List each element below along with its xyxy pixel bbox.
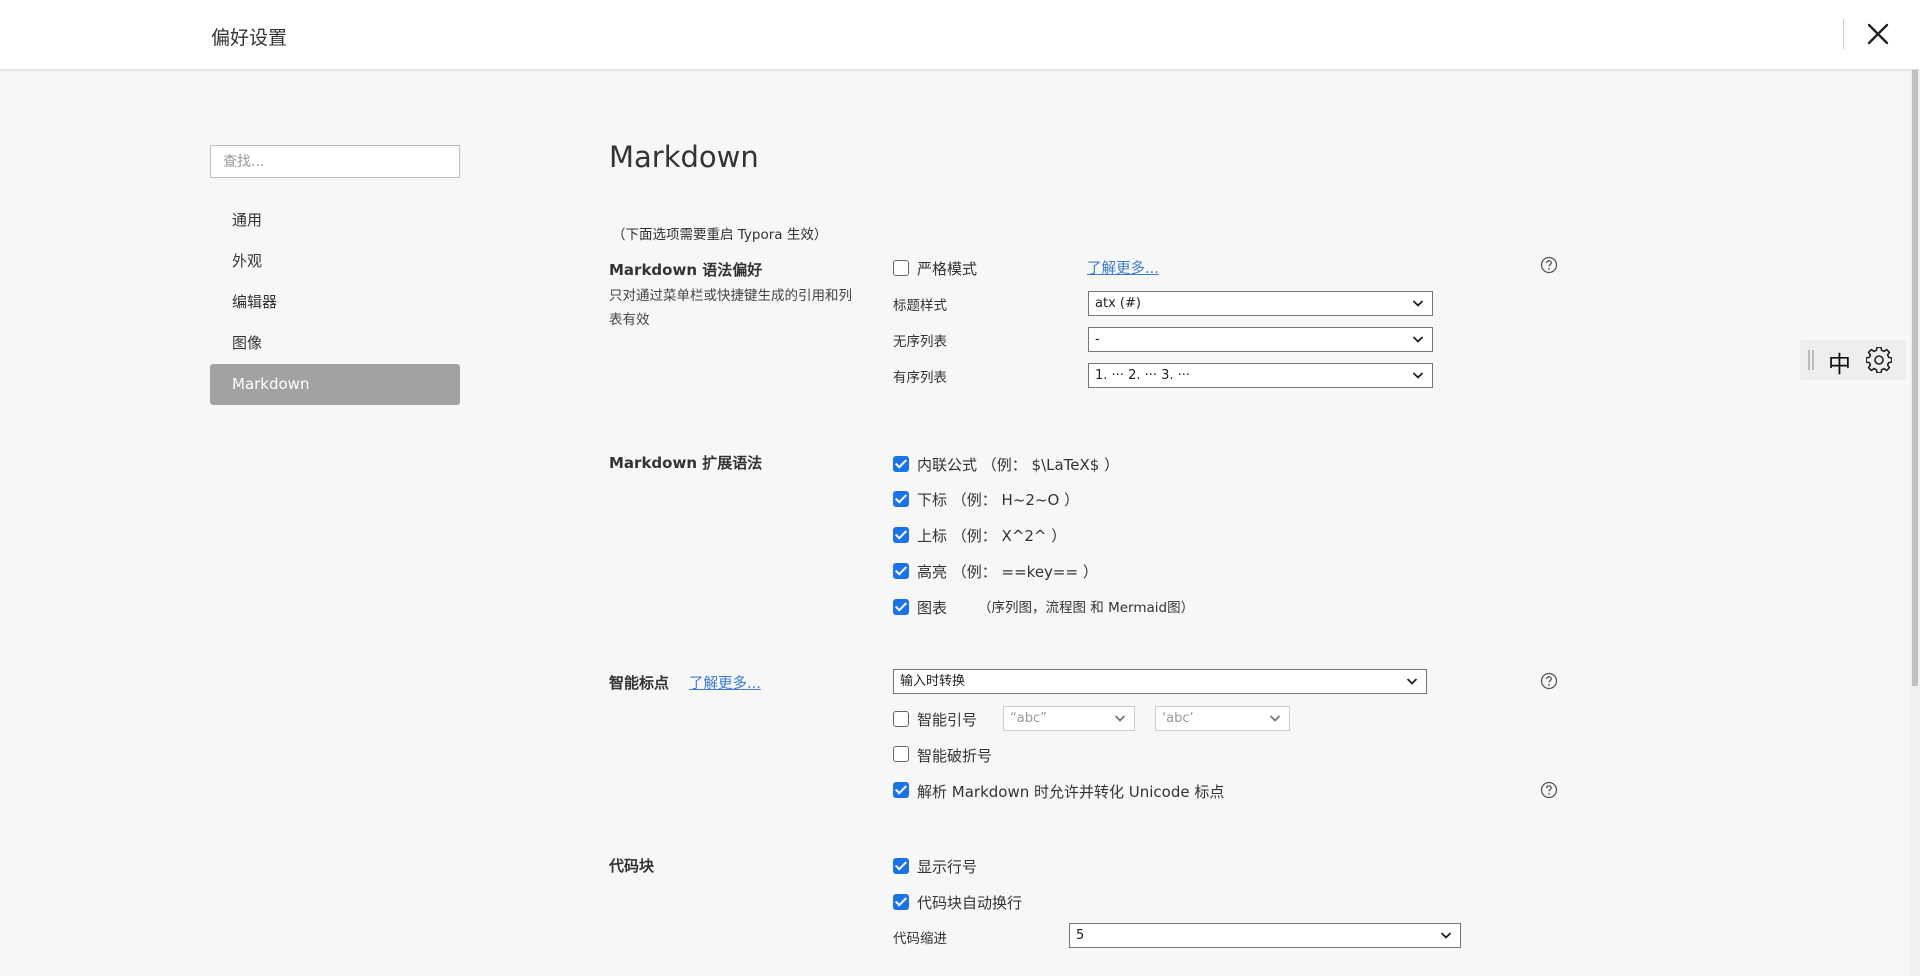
code-block-heading: 代码块 (609, 857, 655, 875)
sidebar-item-editor[interactable]: 编辑器 (210, 282, 460, 323)
sidebar-item-general[interactable]: 通用 (210, 200, 460, 241)
highlight-checkbox[interactable] (893, 563, 909, 579)
syntax-pref-heading: Markdown 语法偏好 (609, 261, 763, 279)
double-quote-style-value: “abc” (1010, 711, 1047, 726)
inline-math-label: 内联公式 （例： $\LaTeX$ ） (917, 456, 1120, 474)
line-numbers-checkbox[interactable] (893, 858, 909, 874)
chevron-down-icon (1412, 372, 1424, 379)
heading-style-select[interactable]: atx (#) (1088, 291, 1433, 316)
strict-mode-label: 严格模式 (917, 260, 978, 278)
page-title: Markdown (609, 140, 759, 174)
sidebar-item-image[interactable]: 图像 (210, 323, 460, 364)
subscript-label: 下标 （例： H~2~O ） (917, 491, 1080, 509)
unicode-punct-checkbox[interactable] (893, 782, 909, 798)
highlight-label: 高亮 （例： ==key== ） (917, 563, 1098, 581)
scrollbar-thumb[interactable] (1912, 70, 1918, 686)
unordered-list-select[interactable]: - (1088, 327, 1433, 352)
chevron-down-icon (1406, 678, 1418, 685)
smart-quotes-label: 智能引号 (917, 711, 978, 729)
smart-dash-checkbox[interactable] (893, 746, 909, 762)
single-quote-style-value: ‘abc’ (1162, 711, 1194, 726)
sidebar-item-markdown[interactable]: Markdown (210, 364, 460, 405)
gear-icon (1865, 346, 1893, 374)
title-bar-divider (1843, 19, 1844, 49)
inline-math-checkbox[interactable] (893, 456, 909, 472)
close-icon (1867, 23, 1889, 45)
line-numbers-label: 显示行号 (917, 858, 978, 876)
code-indent-value: 5 (1076, 928, 1085, 943)
superscript-label: 上标 （例： X^2^ ） (917, 527, 1067, 545)
heading-style-label: 标题样式 (893, 298, 947, 314)
scrollbar[interactable] (1910, 70, 1920, 976)
question-circle-icon (1540, 672, 1558, 690)
code-indent-select[interactable]: 5 (1069, 923, 1461, 948)
chevron-down-icon (1412, 336, 1424, 343)
single-quote-style-select[interactable]: ‘abc’ (1155, 706, 1290, 731)
chevron-down-icon (1412, 300, 1424, 307)
sidebar-nav: 通用 外观 编辑器 图像 Markdown (210, 200, 460, 405)
sidebar-item-appearance[interactable]: 外观 (210, 241, 460, 282)
restart-note: （下面选项需要重启 Typora 生效） (612, 227, 828, 243)
smart-punct-mode-value: 输入时转换 (900, 674, 966, 689)
question-circle-icon (1540, 781, 1558, 799)
ordered-list-select[interactable]: 1. ··· 2. ··· 3. ··· (1088, 363, 1433, 388)
chevron-down-icon (1269, 715, 1281, 722)
unicode-punct-label: 解析 Markdown 时允许并转化 Unicode 标点 (917, 783, 1225, 801)
syntax-pref-help-button[interactable] (1540, 256, 1558, 274)
window-title: 偏好设置 (211, 27, 288, 49)
double-quote-style-select[interactable]: “abc” (1003, 706, 1135, 731)
ime-settings-button[interactable] (1865, 346, 1893, 374)
unordered-list-value: - (1095, 332, 1100, 347)
heading-style-value: atx (#) (1095, 296, 1141, 311)
title-bar: 偏好设置 (0, 0, 1920, 70)
auto-wrap-label: 代码块自动换行 (917, 894, 1023, 912)
auto-wrap-checkbox[interactable] (893, 894, 909, 910)
smart-dash-label: 智能破折号 (917, 747, 993, 765)
syntax-pref-description: 只对通过菜单栏或快捷键生成的引用和列表有效 (609, 288, 852, 328)
diagrams-note: （序列图，流程图 和 Mermaid图） (978, 600, 1195, 616)
chevron-down-icon (1114, 715, 1126, 722)
ordered-list-value: 1. ··· 2. ··· 3. ··· (1095, 368, 1191, 383)
superscript-checkbox[interactable] (893, 527, 909, 543)
strict-mode-checkbox[interactable] (893, 260, 909, 276)
unicode-punct-help-button[interactable] (1540, 781, 1558, 799)
ime-mode-indicator[interactable]: 中 (1828, 345, 1851, 379)
smart-quotes-checkbox[interactable] (893, 711, 909, 727)
subscript-checkbox[interactable] (893, 491, 909, 507)
diagrams-label: 图表 (917, 599, 948, 617)
smart-punct-heading: 智能标点 (609, 674, 670, 692)
close-button[interactable] (1864, 20, 1892, 48)
chevron-down-icon (1440, 932, 1452, 939)
question-circle-icon (1540, 256, 1558, 274)
ordered-list-label: 有序列表 (893, 370, 947, 386)
smart-punct-mode-select[interactable]: 输入时转换 (893, 669, 1427, 694)
smart-punct-learn-more-link[interactable]: 了解更多... (689, 672, 761, 693)
unordered-list-label: 无序列表 (893, 334, 947, 350)
search-input[interactable] (210, 145, 460, 178)
drag-handle-icon[interactable] (1808, 350, 1814, 370)
smart-punct-help-button[interactable] (1540, 672, 1558, 690)
strict-mode-learn-more-link[interactable]: 了解更多... (1087, 257, 1159, 278)
extended-syntax-heading: Markdown 扩展语法 (609, 454, 763, 472)
diagrams-checkbox[interactable] (893, 599, 909, 615)
ime-toolbar: 中 (1800, 340, 1906, 380)
code-indent-label: 代码缩进 (893, 931, 947, 947)
